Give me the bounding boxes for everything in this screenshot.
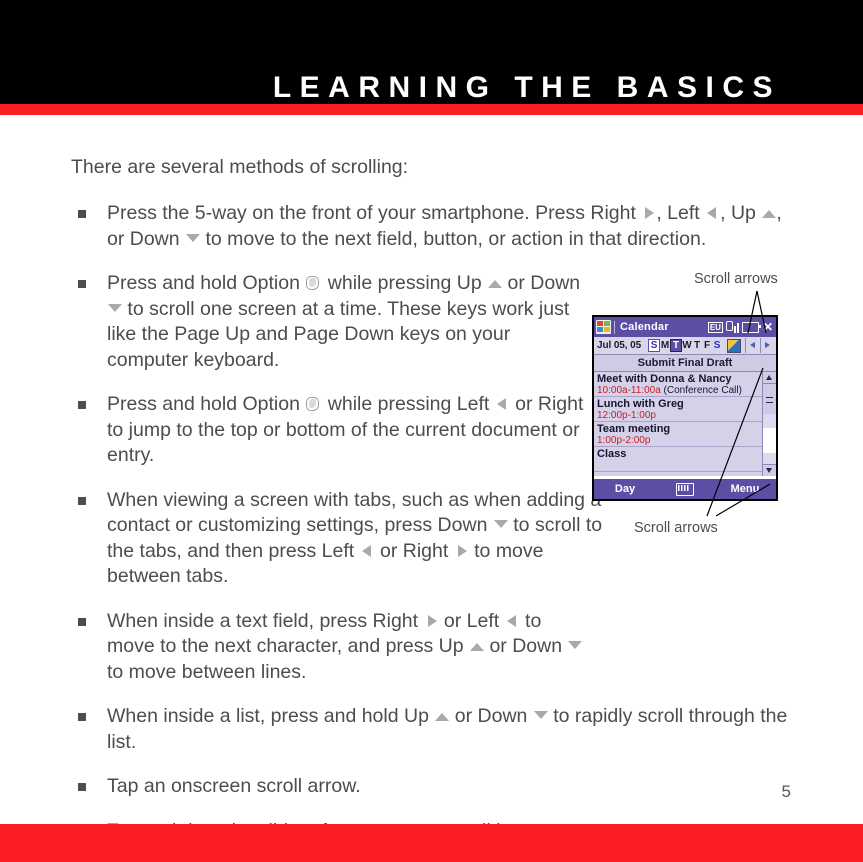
bullet-tap-arrow: Tap an onscreen scroll arrow.: [71, 774, 791, 800]
down-arrow-key-icon: [533, 709, 548, 722]
keyboard-icon[interactable]: [676, 482, 694, 496]
down-arrow-key-icon: [186, 232, 201, 245]
close-icon[interactable]: ✕: [762, 321, 774, 333]
right-arrow-key-icon: [425, 614, 438, 627]
scroll-down-arrow-icon[interactable]: [763, 464, 776, 476]
next-day-arrow-icon[interactable]: [760, 338, 773, 353]
scrollbar-thumb[interactable]: [763, 384, 776, 414]
appointment-time: 12:00p-1:00p: [597, 410, 656, 421]
appointment-title: Class: [597, 448, 627, 460]
device-appointment-list[interactable]: Meet with Donna & Nancy 10:00a-11:00a (Co…: [594, 372, 762, 476]
weekday-3[interactable]: W: [682, 340, 692, 351]
device-title-bar: Calendar EU ✕: [594, 317, 776, 337]
down-arrow-key-icon: [493, 518, 508, 531]
bullet-list: When inside a list, press and hold Up or…: [71, 704, 791, 755]
device-date-bar: Jul 05, 05 SMTWTFS: [594, 337, 776, 355]
device-appointment-area: Meet with Donna & Nancy 10:00a-11:00a (Co…: [594, 372, 776, 476]
bullet-marker-icon: [78, 617, 86, 626]
footer-red-rule: [0, 824, 863, 862]
down-arrow-key-icon: [108, 302, 122, 315]
bullet-option-leftright: Press and hold Option while pressing Lef…: [71, 392, 607, 469]
title-divider: [614, 320, 615, 334]
bullet-marker-icon: [78, 210, 86, 218]
up-arrow-key-icon: [470, 639, 485, 652]
up-arrow-key-icon: [435, 709, 450, 722]
appointment-time: 1:00p-2:00p: [597, 435, 651, 446]
left-arrow-key-icon: [506, 614, 519, 627]
right-arrow-key-icon: [455, 544, 468, 557]
device-app-title: Calendar: [620, 321, 669, 333]
scrollbar-track[interactable]: [763, 428, 776, 453]
up-arrow-key-icon: [488, 276, 503, 289]
appointment-title: Meet with Donna & Nancy: [597, 373, 732, 385]
down-arrow-key-icon: [568, 639, 583, 652]
bullet-marker-icon: [78, 401, 86, 409]
bullet-text: Press and hold Option while pressing Lef…: [107, 392, 607, 469]
appointment-title: Lunch with Greg: [597, 398, 684, 410]
device-date-nav: [745, 338, 773, 353]
device-status-icons: EU ✕: [707, 321, 775, 333]
appointment-row[interactable]: Lunch with Greg 12:00p-1:00p: [594, 397, 762, 422]
up-arrow-key-icon: [762, 206, 777, 219]
bullet-tabs: When viewing a screen with tabs, such as…: [71, 488, 607, 590]
weekday-1[interactable]: M: [660, 340, 670, 351]
appointment-row[interactable]: Team meeting 1:00p-2:00p: [594, 422, 762, 447]
eu-input-indicator-icon: EU: [707, 321, 723, 333]
appointment-time: 10:00a-11:00a (Conference Call): [597, 385, 742, 396]
page-header-band: LEARNING THE BASICS: [0, 0, 863, 104]
device-current-date: Jul 05, 05: [597, 340, 642, 351]
bullet-text: When inside a list, press and hold Up or…: [107, 705, 788, 753]
appointment-row[interactable]: Meet with Donna & Nancy 10:00a-11:00a (Co…: [594, 372, 762, 397]
signal-strength-icon[interactable]: [725, 321, 739, 333]
header-red-rule: [0, 104, 863, 115]
appointment-note: (Conference Call): [660, 385, 742, 396]
bullet-5way: Press the 5-way on the front of your sma…: [71, 201, 791, 252]
weekday-0[interactable]: S: [648, 339, 661, 352]
scroll-up-arrow-icon[interactable]: [763, 372, 776, 384]
bullet-textfield: When inside a text field, press Right or…: [71, 609, 587, 686]
softkey-day-button[interactable]: Day: [594, 483, 656, 495]
page-title: LEARNING THE BASICS: [272, 71, 781, 104]
option-key-icon: [306, 397, 321, 412]
page-number: 5: [781, 782, 791, 801]
bullet-option-updown: Press and hold Option while pressing Up …: [71, 271, 587, 373]
weekday-2[interactable]: T: [670, 339, 683, 352]
softkey-keyboard-slot[interactable]: [656, 482, 714, 496]
appointment-title: Team meeting: [597, 423, 671, 435]
intro-paragraph: There are several methods of scrolling:: [71, 156, 409, 178]
softkey-menu-button[interactable]: Menu: [714, 483, 776, 495]
prev-day-arrow-icon[interactable]: [745, 338, 758, 353]
left-arrow-key-icon: [361, 544, 374, 557]
bullet-marker-icon: [78, 280, 86, 288]
weekday-4[interactable]: T: [692, 340, 702, 351]
option-key-icon: [306, 276, 321, 291]
left-arrow-key-icon: [706, 206, 719, 219]
left-arrow-key-icon: [496, 397, 509, 410]
device-scrollbar[interactable]: [762, 372, 776, 476]
bullet-marker-icon: [78, 783, 86, 791]
device-softkey-bar: Day Menu: [594, 479, 776, 499]
battery-icon[interactable]: [741, 321, 761, 333]
calendar-view-icon[interactable]: [727, 338, 742, 353]
start-menu-icon[interactable]: [596, 320, 611, 334]
bullet-text: Press and hold Option while pressing Up …: [107, 272, 581, 371]
callout-label-bottom: Scroll arrows: [634, 520, 718, 536]
bullet-text: When viewing a screen with tabs, such as…: [107, 488, 603, 588]
bullet-text: Tap an onscreen scroll arrow.: [107, 775, 361, 797]
device-screenshot-figure: Calendar EU ✕ Jul 05, 05 SMTWTFS Submit …: [592, 315, 778, 501]
bullet-text: Press the 5-way on the front of your sma…: [107, 202, 782, 250]
bullet-marker-icon: [78, 713, 86, 721]
weekday-5[interactable]: F: [702, 340, 712, 351]
device-all-day-event[interactable]: Submit Final Draft: [594, 355, 776, 372]
right-arrow-key-icon: [642, 206, 655, 219]
callout-label-top: Scroll arrows: [694, 271, 778, 287]
weekday-6[interactable]: S: [712, 340, 722, 351]
appointment-row[interactable]: Class: [594, 447, 762, 472]
device-weekday-strip[interactable]: SMTWTFS: [648, 339, 722, 352]
bullet-text: When inside a text field, press Right or…: [107, 609, 587, 686]
bullet-marker-icon: [78, 496, 86, 505]
